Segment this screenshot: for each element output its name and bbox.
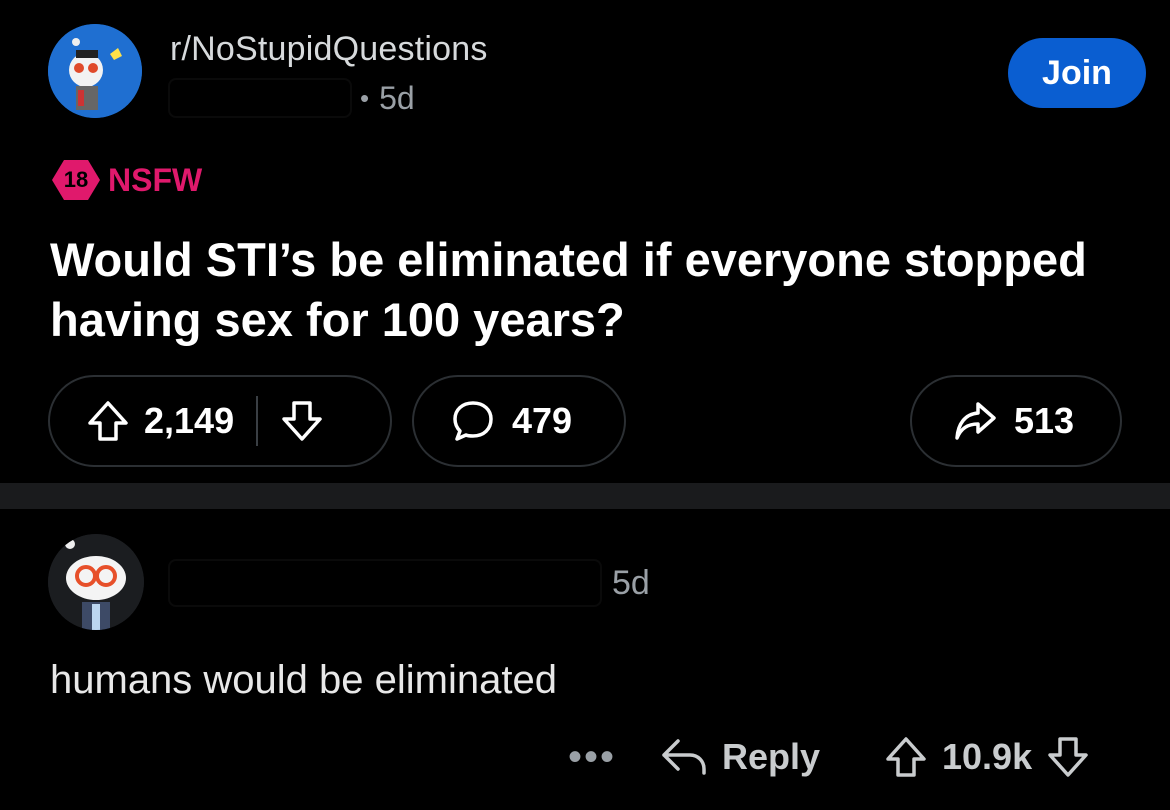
join-button[interactable]: Join	[1008, 38, 1146, 108]
nsfw-badge: 18	[52, 160, 100, 200]
redacted-commenter	[170, 561, 600, 605]
upvote-icon[interactable]	[86, 399, 130, 443]
upvote-count: 2,149	[144, 400, 235, 441]
share-button[interactable]: 513	[910, 375, 1122, 467]
section-separator	[0, 483, 1170, 509]
comment-age: 5d	[612, 563, 650, 602]
reply-label: Reply	[722, 736, 821, 777]
comment-meta: 5d	[170, 560, 650, 606]
share-icon	[952, 398, 998, 444]
post-meta: • 5d	[170, 78, 415, 118]
comment-count: 479	[512, 400, 573, 441]
comment-vote: 10.9k	[884, 725, 1090, 789]
share-count: 513	[1014, 400, 1075, 441]
downvote-icon[interactable]	[280, 399, 324, 443]
comment-score: 10.9k	[942, 736, 1033, 777]
comment-icon	[450, 398, 496, 444]
reply-icon	[660, 735, 708, 779]
comments-button[interactable]: 479	[412, 375, 626, 467]
post-title[interactable]: Would STI’s be eliminated if everyone st…	[50, 230, 1130, 350]
subreddit-avatar[interactable]	[48, 24, 142, 118]
nsfw-label: NSFW	[108, 161, 203, 198]
reply-button[interactable]: Reply	[660, 725, 820, 789]
meta-separator: •	[360, 82, 370, 113]
comment-body: humans would be eliminated	[50, 658, 557, 702]
redacted-username	[170, 80, 350, 116]
subreddit-name[interactable]: r/NoStupidQuestions	[170, 30, 488, 69]
upvote-icon[interactable]	[884, 735, 928, 779]
commenter-avatar[interactable]	[48, 534, 144, 630]
more-options-button[interactable]: •••	[568, 725, 616, 789]
downvote-icon[interactable]	[1046, 735, 1090, 779]
vote-divider	[256, 396, 259, 446]
nsfw-tag: 18 NSFW	[52, 160, 202, 200]
post-age: 5d	[379, 79, 415, 116]
vote-pill: 2,149	[48, 375, 392, 467]
